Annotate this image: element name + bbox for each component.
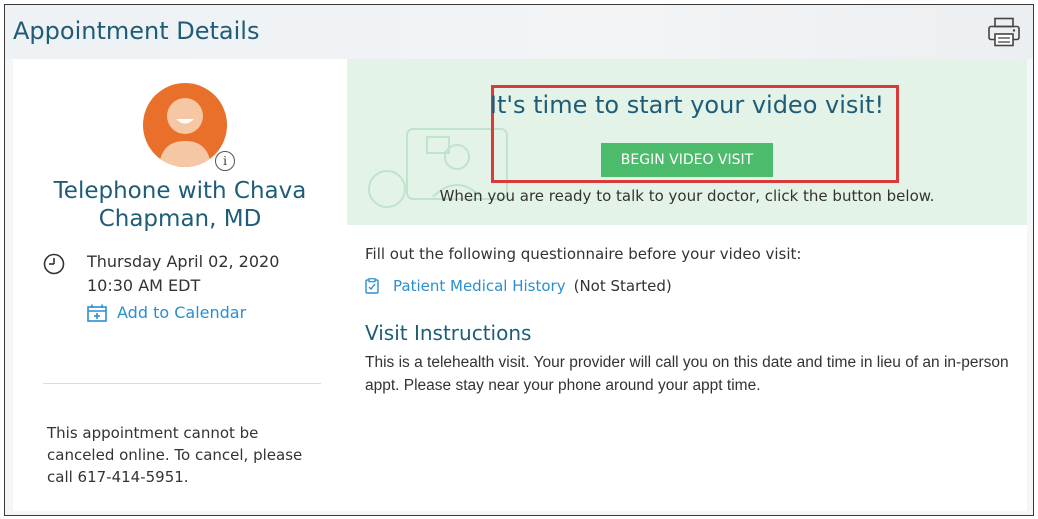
questionnaire-status: (Not Started) xyxy=(573,277,672,295)
add-to-calendar-link[interactable]: Add to Calendar xyxy=(87,303,246,322)
cancel-note: This appointment cannot be canceled onli… xyxy=(47,424,303,486)
add-to-calendar-label: Add to Calendar xyxy=(117,303,247,322)
appointment-time: 10:30 AM EDT xyxy=(87,276,201,295)
info-icon[interactable]: i xyxy=(215,151,235,171)
clipboard-icon xyxy=(365,278,379,294)
begin-video-visit-button[interactable]: BEGIN VIDEO VISIT xyxy=(601,143,773,177)
avatar-image xyxy=(143,83,227,167)
questionnaire-intro: Fill out the following questionnaire bef… xyxy=(365,245,802,263)
page-title: Appointment Details xyxy=(13,17,260,45)
visit-instructions-heading: Visit Instructions xyxy=(365,321,532,345)
avatar: i xyxy=(143,83,235,175)
questionnaire-link[interactable]: Patient Medical History xyxy=(393,277,566,295)
divider xyxy=(43,383,321,384)
header: Appointment Details xyxy=(5,5,1033,59)
video-visit-banner: It's time to start your video visit! BEG… xyxy=(347,59,1027,225)
video-visit-heading: It's time to start your video visit! xyxy=(489,91,885,119)
provider-name: Telephone with Chava Chapman, MD xyxy=(53,178,307,232)
clock-icon xyxy=(43,253,65,275)
video-visit-subtext: When you are ready to talk to your docto… xyxy=(439,187,935,205)
visit-instructions-text: This is a telehealth visit. Your provide… xyxy=(365,354,1009,394)
appointment-date: Thursday April 02, 2020 xyxy=(87,252,280,271)
calendar-add-icon xyxy=(87,304,107,322)
provider-panel: i Telephone with Chava Chapman, MD Thurs… xyxy=(13,59,347,511)
list-item: Patient Medical History (Not Started) xyxy=(365,277,672,295)
printer-icon[interactable] xyxy=(987,17,1021,47)
visit-panel: It's time to start your video visit! BEG… xyxy=(347,59,1027,511)
appointment-details-panel: Appointment Details i Telephone with Cha… xyxy=(4,4,1034,516)
